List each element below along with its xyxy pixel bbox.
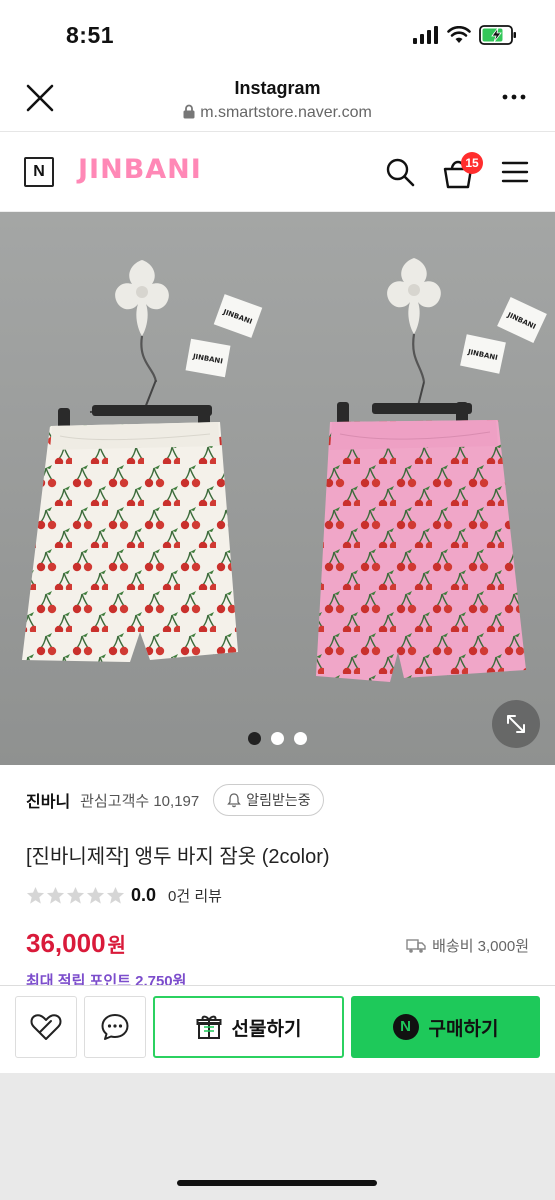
browser-url-text: m.smartstore.naver.com [200, 104, 372, 121]
expand-image-button[interactable] [492, 700, 540, 748]
bottom-action-bar: 선물하기 N 구매하기 [0, 985, 555, 1073]
carousel-dots [0, 732, 555, 745]
seller-row: 진바니 관심고객수 10,197 알림받는중 [26, 784, 324, 816]
price-unit: 원 [107, 935, 126, 957]
star-icon [106, 886, 125, 904]
star-icon [86, 886, 105, 904]
star-rating [26, 886, 125, 905]
status-bar: 8:51 [0, 0, 555, 70]
browser-title: Instagram [234, 78, 321, 98]
more-icon[interactable] [501, 87, 527, 107]
max-points: 최대 적립 포인트 2,750원 [26, 973, 187, 986]
white-shorts [22, 422, 238, 662]
seller-name[interactable]: 진바니 [26, 788, 70, 812]
expand-icon [507, 715, 525, 733]
price: 36,000 원 [26, 928, 126, 959]
browser-url: m.smartstore.naver.com [0, 104, 555, 122]
menu-icon[interactable] [501, 160, 529, 184]
carousel-dot[interactable] [294, 732, 307, 745]
signal-icon [413, 26, 438, 44]
shipping-text: 배송비 3,000원 [432, 938, 529, 955]
review-count[interactable]: 0건 리뷰 [168, 885, 222, 906]
product-image-carousel[interactable]: JINBANI JINBANI JINBANI JINBANI [0, 212, 555, 765]
carousel-dot[interactable] [248, 732, 261, 745]
status-icons [413, 25, 517, 45]
star-icon [26, 886, 45, 904]
wifi-icon [447, 26, 471, 43]
notify-button[interactable]: 알림받는중 [213, 784, 324, 816]
chat-icon [101, 1014, 129, 1040]
bell-icon [227, 793, 242, 808]
lock-icon [183, 104, 195, 119]
naver-pay-icon: N [392, 1014, 419, 1040]
buy-button[interactable]: N 구매하기 [351, 996, 540, 1058]
wishlist-button[interactable] [15, 996, 77, 1058]
interest-count: 관심고객수 10,197 [80, 792, 200, 810]
home-indicator[interactable] [177, 1180, 377, 1186]
cart-count-badge: 15 [461, 152, 483, 174]
search-icon[interactable] [385, 157, 415, 187]
talk-button[interactable] [84, 996, 146, 1058]
status-time: 8:51 [66, 22, 115, 48]
buy-label: 구매하기 [428, 1018, 499, 1040]
price-value: 36,000 [26, 928, 106, 958]
pink-shorts [316, 420, 526, 682]
brand-tag: JINBANI [185, 338, 231, 378]
truck-icon [406, 938, 426, 953]
star-icon [46, 886, 65, 904]
notify-label: 알림받는중 [246, 792, 311, 808]
product-photo: JINBANI JINBANI JINBANI JINBANI [0, 212, 555, 765]
store-header: N JINBANI 15 [0, 132, 555, 212]
brand-logo[interactable]: JINBANI [78, 154, 202, 185]
battery-icon [479, 25, 516, 45]
gift-button[interactable]: 선물하기 [153, 996, 344, 1058]
naver-home-button[interactable]: N [24, 157, 54, 187]
star-icon [66, 886, 85, 904]
in-app-browser-header: Instagram m.smartstore.naver.com [0, 70, 555, 132]
shipping-info: 배송비 3,000원 [406, 935, 529, 956]
rating-value: 0.0 [131, 885, 157, 905]
carousel-dot[interactable] [271, 732, 284, 745]
rating-row[interactable]: 0.0 0건 리뷰 [26, 885, 222, 906]
gift-label: 선물하기 [231, 1018, 302, 1040]
gift-icon [196, 1015, 222, 1039]
heart-link-icon [30, 1014, 62, 1040]
product-title: [진바니제작] 앵두 바지 잠옷 (2color) [26, 846, 330, 868]
